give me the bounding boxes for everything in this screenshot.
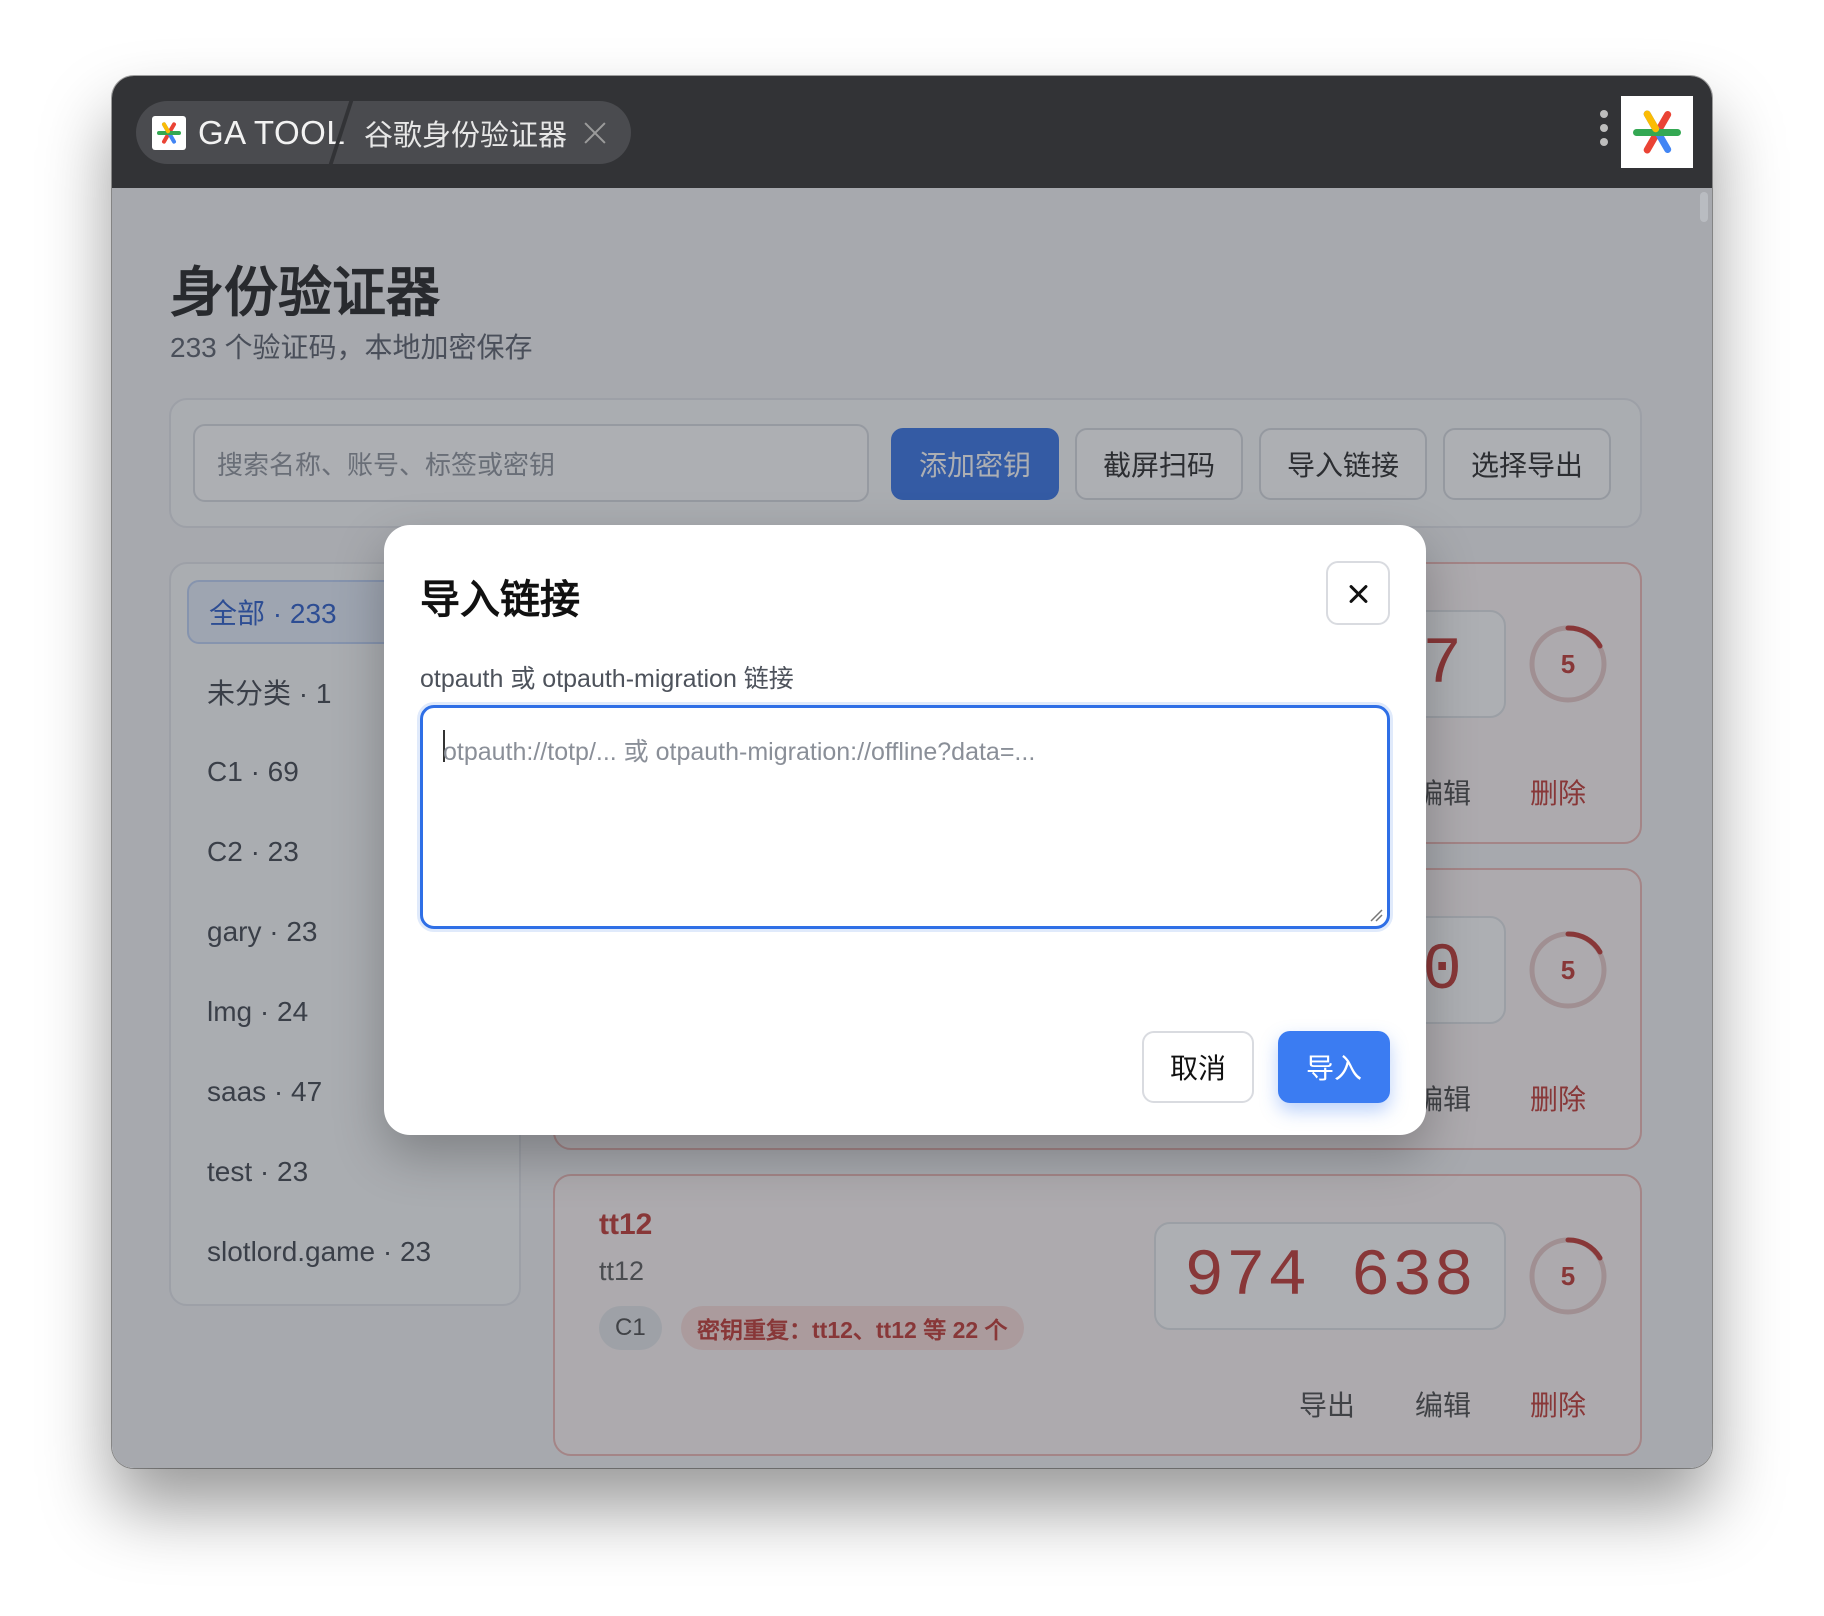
tab-label: 谷歌身份验证器	[364, 119, 568, 152]
link-field-label: otpauth 或 otpauth-migration 链接	[420, 665, 794, 693]
close-tab-icon[interactable]	[581, 119, 609, 147]
app-name: GA TOOL	[198, 113, 346, 151]
app-window: GA TOOL 谷歌身份验证器 身份验证器 233 个验证码，本地加密保存 搜索…	[112, 76, 1712, 1468]
scrollbar[interactable]	[1700, 192, 1708, 222]
tab-home[interactable]: GA TOOL	[136, 101, 356, 164]
link-textarea[interactable]: otpauth://totp/... 或 otpauth-migration:/…	[420, 705, 1390, 929]
more-menu-icon[interactable]	[1599, 110, 1609, 154]
dialog-title: 导入链接	[420, 578, 580, 622]
cancel-button[interactable]: 取消	[1142, 1031, 1254, 1103]
tab-group: GA TOOL 谷歌身份验证器	[136, 101, 631, 164]
extension-logo-icon[interactable]	[1621, 96, 1693, 168]
resize-grip-icon[interactable]	[1369, 908, 1383, 922]
import-button[interactable]: 导入	[1278, 1031, 1390, 1103]
textarea-placeholder: otpauth://totp/... 或 otpauth-migration:/…	[443, 738, 1036, 766]
app-logo-icon	[152, 115, 186, 150]
close-icon[interactable]	[1326, 561, 1390, 625]
tab-authenticator[interactable]: 谷歌身份验证器	[356, 101, 631, 164]
title-bar: GA TOOL 谷歌身份验证器	[112, 76, 1712, 188]
import-link-dialog: 导入链接 otpauth 或 otpauth-migration 链接 otpa…	[384, 525, 1426, 1135]
